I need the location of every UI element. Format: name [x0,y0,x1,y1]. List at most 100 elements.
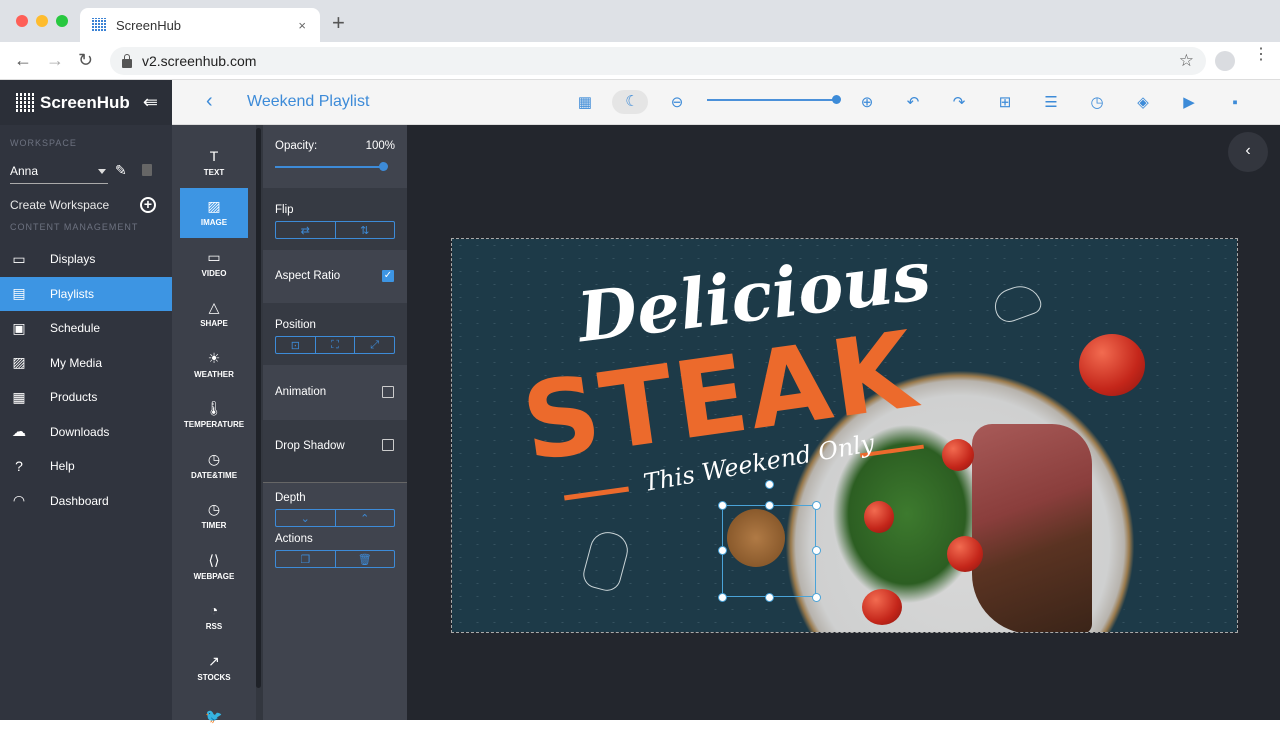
save-icon[interactable]: ▪ [1225,93,1245,113]
bring-forward-button[interactable]: ⌃ [335,510,395,526]
redo-icon[interactable]: ↷ [949,93,969,113]
timer-icon[interactable]: ◷ [1087,93,1107,113]
resize-handle[interactable] [765,501,774,510]
tab-title: ScreenHub [116,18,181,33]
play-icon[interactable]: ▶ [1179,93,1199,113]
tomato-image [942,439,974,471]
position-stretch-button[interactable]: ⤢ [354,337,394,353]
widget-weather[interactable]: ☀WEATHER [180,339,248,390]
expand-panel-button[interactable]: ‹ [1228,132,1268,172]
zoom-in-icon[interactable]: ⊕ [857,93,877,113]
browser-menu-icon[interactable]: ⋮ [1253,51,1261,58]
delete-button[interactable]: 🗑 [335,551,395,567]
slide-canvas[interactable]: Delicious STEAK This Weekend Only [452,239,1237,632]
sidebar-item-my-media[interactable]: ▨My Media [0,346,172,381]
url-text[interactable]: v2.screenhub.com [142,53,256,69]
resize-handle[interactable] [765,480,774,489]
rows-icon[interactable]: ☰ [1041,93,1061,113]
editor-toolbar: ‹ Weekend Playlist ▦ ☾ ⊖ ⊕ ↶ ↷ ⊞ ☰ ◷ ◈ ▶… [172,80,1280,125]
resize-handle[interactable] [718,546,727,555]
workspace-select[interactable]: Anna [10,164,108,184]
send-backward-button[interactable]: ⌄ [276,510,335,526]
opacity-slider-handle[interactable] [379,162,388,171]
animation-checkbox[interactable] [382,386,394,398]
layout-grid-icon[interactable]: ⊞ [995,93,1015,113]
add-circle-icon[interactable]: + [140,197,156,213]
sidebar-menu: ▭Displays▤Playlists▣Schedule▨My Media▦Pr… [0,242,172,518]
theme-toggle[interactable]: ☾ [612,90,648,114]
new-tab-button[interactable]: + [332,10,345,36]
widget-scrollbar-thumb[interactable] [256,128,261,688]
resize-handle[interactable] [812,593,821,602]
sidebar-item-schedule[interactable]: ▣Schedule [0,311,172,346]
widget-rss[interactable]: ◔RSS [180,592,248,643]
resize-handle[interactable] [812,546,821,555]
position-fill-button[interactable]: ⛶ [315,337,355,353]
flip-horizontal-button[interactable]: ⇄ [276,222,335,238]
twitter-icon: 🐦 [205,708,222,725]
minimize-window-button[interactable] [36,15,48,27]
bookmark-star-icon[interactable]: ☆ [1179,51,1194,71]
position-fit-button[interactable]: ⊡ [276,337,315,353]
resize-handle[interactable] [718,593,727,602]
widget-label: WEBPAGE [194,572,235,581]
drop-shadow-checkbox[interactable] [382,439,394,451]
tomato-image [947,536,983,572]
depth-control: Depth ⌄ ⌃ [263,483,407,529]
selection-box[interactable] [722,505,816,597]
profile-avatar[interactable] [1215,51,1235,71]
widget-text[interactable]: TTEXT [180,137,248,188]
collapse-sidebar-icon[interactable]: ⇚ [143,92,158,113]
widget-temperature[interactable]: 🌡TEMPERATURE [180,390,248,441]
widget-shape[interactable]: △SHAPE [180,289,248,340]
close-window-button[interactable] [16,15,28,27]
zoom-slider-handle[interactable] [832,95,841,104]
zoom-out-icon[interactable]: ⊖ [667,93,687,113]
sidebar-item-downloads[interactable]: ☁Downloads [0,415,172,450]
maximize-window-button[interactable] [56,15,68,27]
cherry-tomato-image[interactable] [1079,334,1145,396]
duplicate-button[interactable]: ❐ [276,551,335,567]
delete-trash-icon[interactable] [142,164,152,176]
widget-label: DATE&TIME [191,471,237,480]
sidebar-item-products[interactable]: ▦Products [0,380,172,415]
create-workspace-row[interactable]: Create Workspace + [0,188,172,222]
forward-arrow-icon[interactable]: → [46,50,64,71]
widget-image[interactable]: ▨IMAGE [180,188,248,239]
widget-timer[interactable]: ◷TIMER [180,491,248,542]
stocks-icon: ↗ [208,653,220,670]
aspect-ratio-label: Aspect Ratio [275,270,340,282]
edit-pencil-icon[interactable]: ✎ [115,162,127,179]
playlist-icon: ▤ [9,284,29,304]
sidebar-item-help[interactable]: ?Help [0,449,172,484]
widget-twitter[interactable]: 🐦 [180,693,248,743]
flip-vertical-button[interactable]: ⇅ [335,222,395,238]
url-field[interactable]: v2.screenhub.com ☆ [110,47,1206,75]
back-chevron-icon[interactable]: ‹ [206,90,213,113]
sidebar-item-label: Displays [50,252,95,266]
drop-shadow-control: Drop Shadow [263,420,407,472]
grid-icon[interactable]: ▦ [575,93,595,113]
widget-video[interactable]: ▭VIDEO [180,238,248,289]
tab-close-icon[interactable]: × [298,18,306,33]
sidebar-item-playlists[interactable]: ▤Playlists [0,277,172,312]
widget-date-time[interactable]: ◷DATE&TIME [180,440,248,491]
resize-handle[interactable] [718,501,727,510]
widget-webpage[interactable]: ⟨⟩WEBPAGE [180,541,248,592]
back-arrow-icon[interactable]: ← [14,50,32,71]
widget-panel: TTEXT▨IMAGE▭VIDEO△SHAPE☀WEATHER🌡TEMPERAT… [172,125,256,720]
fill-color-icon[interactable]: ◈ [1133,93,1153,113]
opacity-slider[interactable] [275,166,383,168]
create-workspace-label: Create Workspace [10,198,109,212]
sidebar-item-displays[interactable]: ▭Displays [0,242,172,277]
sidebar-item-dashboard[interactable]: ◠Dashboard [0,484,172,519]
aspect-ratio-checkbox[interactable]: ✓ [382,270,394,282]
resize-handle[interactable] [812,501,821,510]
reload-icon[interactable]: ↻ [78,50,93,71]
zoom-slider[interactable] [707,99,835,101]
undo-icon[interactable]: ↶ [903,93,923,113]
resize-handle[interactable] [765,593,774,602]
widget-stocks[interactable]: ↗STOCKS [180,642,248,693]
browser-tab[interactable]: ScreenHub × [80,8,320,42]
rss-icon: ◔ [210,602,218,619]
